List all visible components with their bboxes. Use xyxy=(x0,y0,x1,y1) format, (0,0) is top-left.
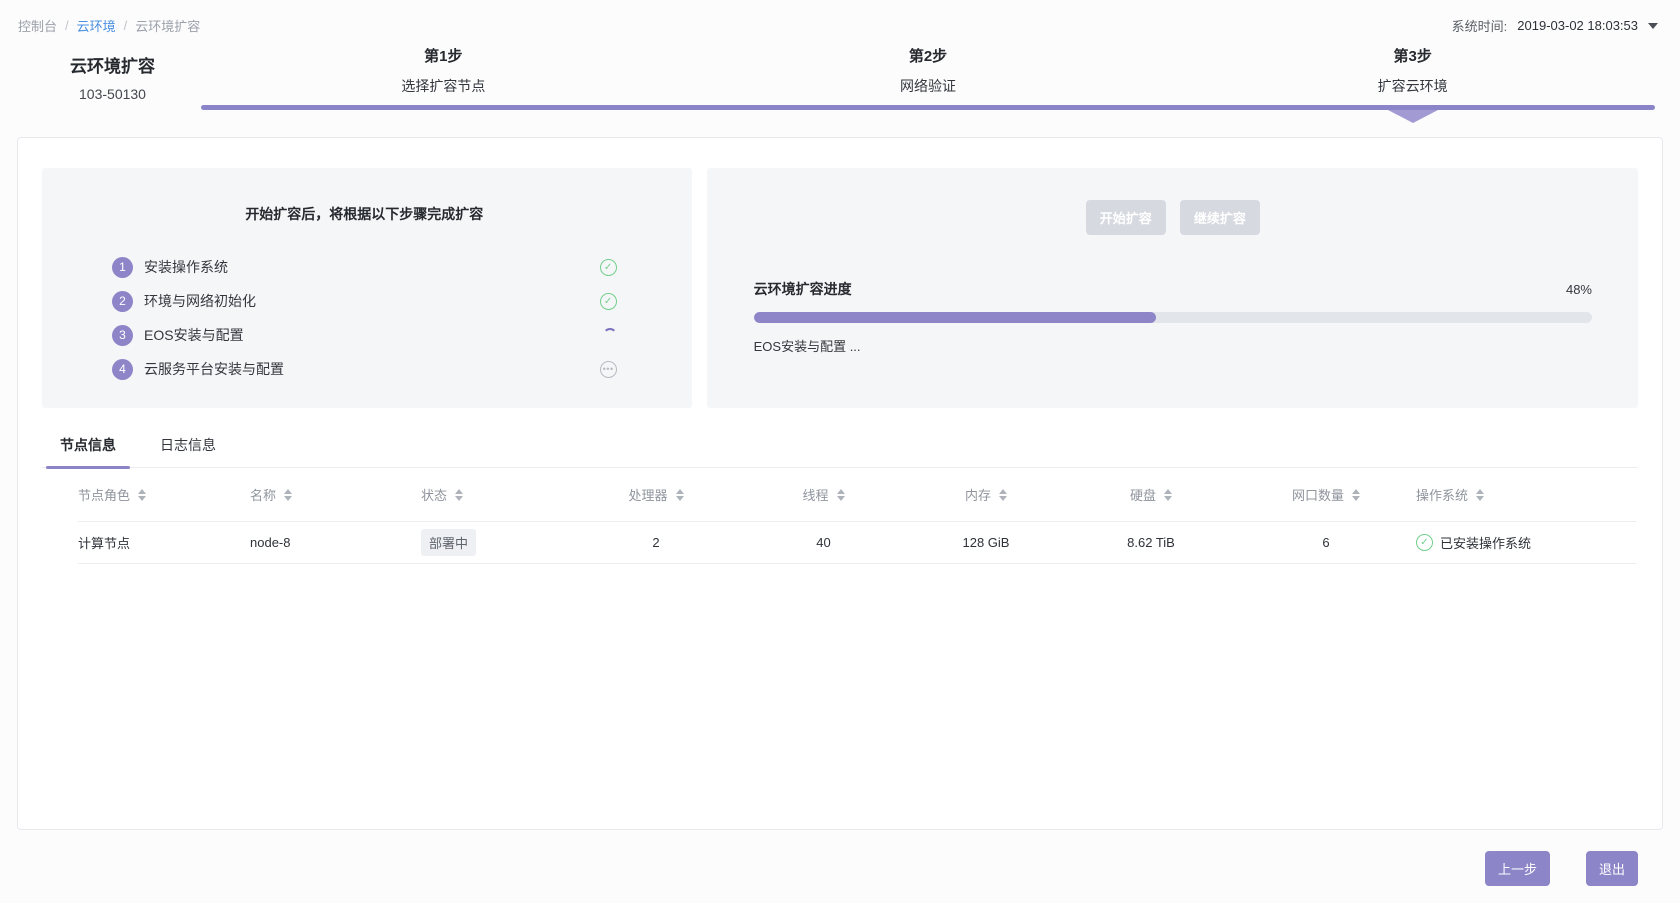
checklist-item-eos-install: 3 EOS安装与配置 xyxy=(112,318,617,352)
breadcrumb-separator: / xyxy=(124,18,128,33)
expansion-progress-panel: 开始扩容 继续扩容 云环境扩容进度 48% EOS安装与配置 ... xyxy=(707,168,1638,408)
expansion-checklist-panel: 开始扩容后，将根据以下步骤完成扩容 1 安装操作系统 ✓ 2 环境与网络初始化 … xyxy=(42,168,692,408)
wizard-step-1: 第1步 选择扩容节点 xyxy=(201,45,686,96)
breadcrumb-item-console[interactable]: 控制台 xyxy=(18,16,57,35)
wizard-steps: 第1步 选择扩容节点 第2步 网络验证 第3步 扩容云环境 xyxy=(201,45,1655,123)
checklist-title: 开始扩容后，将根据以下步骤完成扩容 xyxy=(112,204,617,224)
continue-expansion-button[interactable]: 继续扩容 xyxy=(1180,200,1260,235)
page-title-block: 云环境扩容 103-50130 xyxy=(40,52,185,102)
sort-icon[interactable] xyxy=(455,489,463,501)
spinner-icon xyxy=(603,328,617,342)
breadcrumb: 控制台 / 云环境 / 云环境扩容 xyxy=(18,16,200,35)
breadcrumb-item-cloud-env[interactable]: 云环境 xyxy=(77,16,116,35)
column-header-cpu[interactable]: 处理器 xyxy=(571,485,741,504)
cell-name: node-8 xyxy=(250,535,421,550)
status-badge: 部署中 xyxy=(421,529,476,556)
progress-title: 云环境扩容进度 xyxy=(754,279,852,299)
column-header-role[interactable]: 节点角色 xyxy=(78,485,250,504)
column-header-name[interactable]: 名称 xyxy=(250,485,421,504)
check-circle-icon: ✓ xyxy=(600,293,617,310)
main-card: 开始扩容后，将根据以下步骤完成扩容 1 安装操作系统 ✓ 2 环境与网络初始化 … xyxy=(17,137,1663,830)
sort-icon[interactable] xyxy=(999,489,1007,501)
cell-disk: 8.62 TiB xyxy=(1066,535,1236,550)
page: 控制台 / 云环境 / 云环境扩容 系统时间: 2019-03-02 18:03… xyxy=(0,0,1680,903)
checklist-item-label: 安装操作系统 xyxy=(144,257,600,277)
page-subtitle: 103-50130 xyxy=(40,86,185,102)
step-label: 网络验证 xyxy=(686,76,1171,96)
system-time-label: 系统时间: xyxy=(1452,16,1508,35)
sort-icon[interactable] xyxy=(1164,489,1172,501)
step-badge: 2 xyxy=(112,291,133,312)
cell-cpu: 2 xyxy=(571,535,741,550)
wizard-step-2: 第2步 网络验证 xyxy=(686,45,1171,96)
tab-log-info[interactable]: 日志信息 xyxy=(160,435,216,467)
table-row[interactable]: 计算节点 node-8 部署中 2 40 128 GiB 8.62 TiB 6 … xyxy=(78,522,1636,564)
breadcrumb-item-current: 云环境扩容 xyxy=(135,16,200,35)
column-header-memory[interactable]: 内存 xyxy=(906,485,1066,504)
column-header-os[interactable]: 操作系统 xyxy=(1416,485,1636,504)
checklist-item-install-os: 1 安装操作系统 ✓ xyxy=(112,250,617,284)
pending-ellipsis-icon: ••• xyxy=(600,361,617,378)
cell-memory: 128 GiB xyxy=(906,535,1066,550)
start-expansion-button[interactable]: 开始扩容 xyxy=(1086,200,1166,235)
sort-icon[interactable] xyxy=(1352,489,1360,501)
exit-button[interactable]: 退出 xyxy=(1586,851,1638,886)
sort-icon[interactable] xyxy=(284,489,292,501)
current-step-arrow-icon xyxy=(1388,110,1438,123)
table-header-row: 节点角色 名称 状态 处理器 线程 内存 硬盘 网口数量 操作系统 xyxy=(78,468,1636,522)
footer-actions: 上一步 退出 xyxy=(1485,851,1638,886)
progress-percent: 48% xyxy=(1566,282,1592,297)
step-badge: 1 xyxy=(112,257,133,278)
sort-icon[interactable] xyxy=(1476,489,1484,501)
tab-node-info[interactable]: 节点信息 xyxy=(60,435,116,467)
system-time-value: 2019-03-02 18:03:53 xyxy=(1517,18,1638,33)
cell-status: 部署中 xyxy=(421,529,571,556)
step-badge: 3 xyxy=(112,325,133,346)
progress-status-text: EOS安装与配置 ... xyxy=(754,336,1592,355)
column-header-status[interactable]: 状态 xyxy=(421,485,571,504)
step-number: 第2步 xyxy=(686,45,1171,66)
checklist-item-label: 云服务平台安装与配置 xyxy=(144,359,600,379)
column-header-threads[interactable]: 线程 xyxy=(741,485,906,504)
sort-icon[interactable] xyxy=(837,489,845,501)
checklist-item-label: 环境与网络初始化 xyxy=(144,291,600,311)
system-time[interactable]: 系统时间: 2019-03-02 18:03:53 xyxy=(1452,16,1658,35)
step-number: 第1步 xyxy=(201,45,686,66)
checklist-item-network-init: 2 环境与网络初始化 ✓ xyxy=(112,284,617,318)
cell-nics: 6 xyxy=(1236,535,1416,550)
column-header-nics[interactable]: 网口数量 xyxy=(1236,485,1416,504)
caret-down-icon[interactable] xyxy=(1648,23,1658,29)
progress-fill xyxy=(754,312,1156,323)
info-tabs: 节点信息 日志信息 xyxy=(42,435,1638,468)
step-label: 扩容云环境 xyxy=(1170,76,1655,96)
column-header-disk[interactable]: 硬盘 xyxy=(1066,485,1236,504)
cell-threads: 40 xyxy=(741,535,906,550)
previous-step-button[interactable]: 上一步 xyxy=(1485,851,1550,886)
checklist-item-cloud-platform: 4 云服务平台安装与配置 ••• xyxy=(112,352,617,386)
os-status-text: 已安装操作系统 xyxy=(1440,533,1531,552)
node-table: 节点角色 名称 状态 处理器 线程 内存 硬盘 网口数量 操作系统 计算节点 n… xyxy=(78,468,1636,564)
check-circle-icon: ✓ xyxy=(1416,534,1433,551)
checklist-item-label: EOS安装与配置 xyxy=(144,325,603,345)
step-label: 选择扩容节点 xyxy=(201,76,686,96)
breadcrumb-separator: / xyxy=(65,18,69,33)
check-circle-icon: ✓ xyxy=(600,259,617,276)
step-badge: 4 xyxy=(112,359,133,380)
sort-icon[interactable] xyxy=(676,489,684,501)
sort-icon[interactable] xyxy=(138,489,146,501)
progress-bar-track xyxy=(754,312,1592,323)
step-number: 第3步 xyxy=(1170,45,1655,66)
cell-role: 计算节点 xyxy=(78,533,250,552)
page-title: 云环境扩容 xyxy=(40,52,185,77)
wizard-step-3: 第3步 扩容云环境 xyxy=(1170,45,1655,96)
cell-os: ✓ 已安装操作系统 xyxy=(1416,533,1636,552)
